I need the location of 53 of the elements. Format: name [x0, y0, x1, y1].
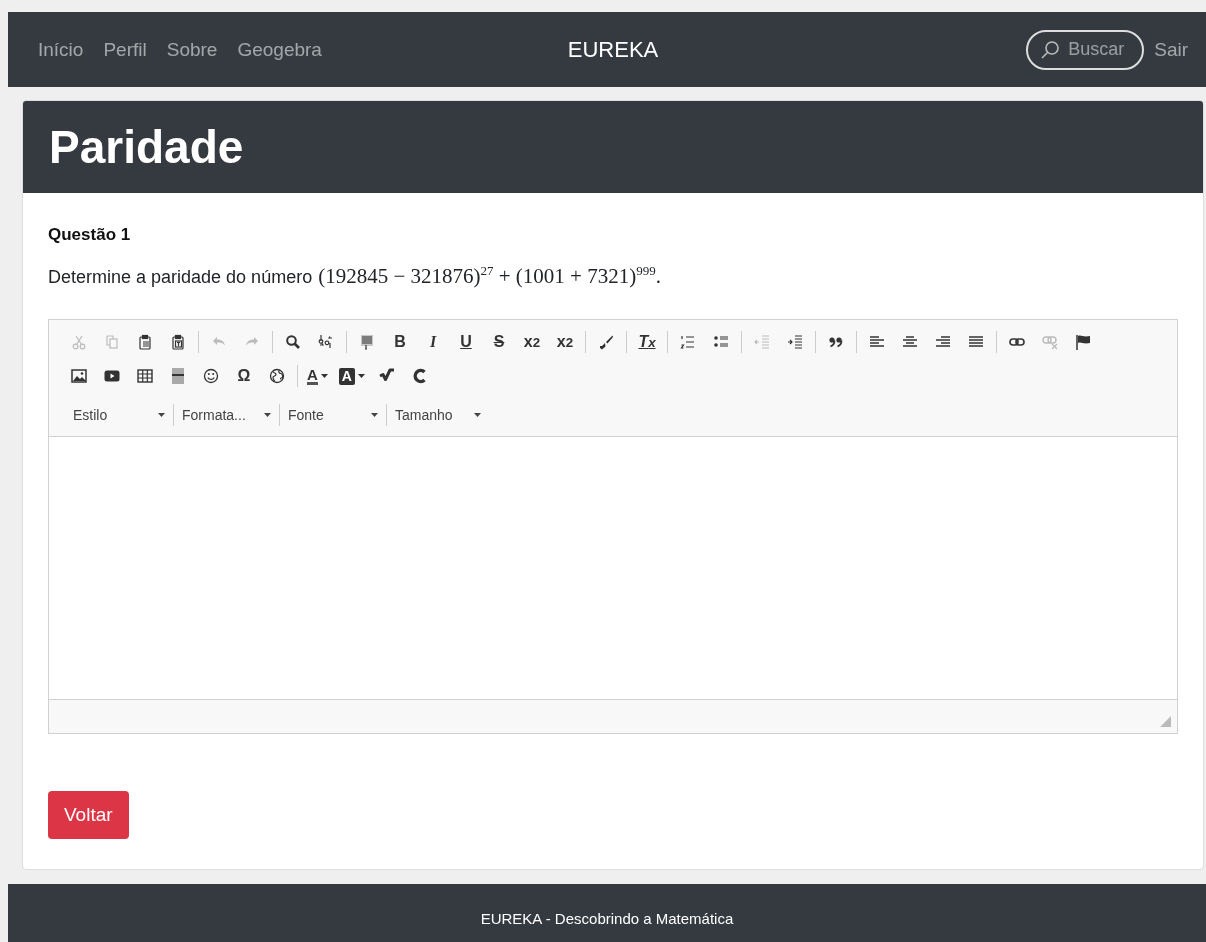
footer-text: EUREKA - Descobrindo a Matemática	[480, 909, 734, 927]
bold-button[interactable]: B	[386, 328, 414, 356]
caret-icon	[320, 374, 328, 378]
align-center-icon[interactable]	[902, 334, 918, 350]
c-letter-icon[interactable]	[411, 368, 428, 384]
image-icon[interactable]	[71, 368, 87, 384]
caret-icon	[357, 374, 365, 378]
special-character-button[interactable]: Ω	[230, 362, 258, 390]
justify-icon[interactable]	[968, 334, 984, 350]
globe-icon[interactable]	[269, 368, 285, 384]
back-button[interactable]: Voltar	[48, 791, 129, 839]
question-heading: Questão 1	[48, 225, 132, 245]
resize-handle-icon[interactable]	[1160, 716, 1171, 727]
caret-icon	[158, 413, 165, 417]
logout-link[interactable]: Sair	[1154, 38, 1188, 61]
flag-icon[interactable]	[1075, 334, 1091, 350]
nav-link[interactable]: Sobre	[166, 38, 218, 61]
format-dropdown[interactable]: Estilo	[65, 403, 173, 427]
italic-button[interactable]: I	[419, 328, 447, 356]
align-left-icon[interactable]	[869, 334, 885, 350]
video-icon[interactable]	[104, 368, 120, 384]
replace-icon[interactable]	[318, 334, 334, 350]
caret-icon	[371, 413, 378, 417]
brush-icon[interactable]	[598, 334, 614, 350]
numbered-list-icon[interactable]	[680, 334, 696, 350]
clipboard-icon[interactable]	[170, 334, 186, 350]
indent-icon[interactable]	[787, 334, 803, 350]
quote-icon[interactable]	[828, 334, 844, 350]
nav-link[interactable]: Início	[38, 38, 84, 61]
bullet-list-icon[interactable]	[713, 334, 729, 350]
math-formula: (192845 − 321876)$^{27}$ + (1001 + 7321)$^{999}$.	[318, 263, 661, 289]
format-dropdown[interactable]: Tamanho	[387, 403, 489, 427]
underline-button[interactable]: U	[452, 328, 480, 356]
clipboard-icon[interactable]	[137, 334, 153, 350]
search-icon[interactable]	[285, 334, 301, 350]
search-field[interactable]: Buscar	[1026, 29, 1145, 70]
format-dropdown[interactable]: Formata...	[174, 403, 279, 427]
nav-link[interactable]: Perfil	[103, 38, 147, 61]
text-color-button[interactable]: A	[304, 362, 331, 390]
caret-icon	[474, 413, 481, 417]
align-right-icon[interactable]	[935, 334, 951, 350]
strikethrough-button[interactable]: S	[485, 328, 513, 356]
caret-icon	[264, 413, 271, 417]
question-text: Determine a paridade do número	[48, 267, 313, 288]
format-dropdown[interactable]: Fonte	[280, 403, 386, 427]
page-title: Paridade	[49, 120, 244, 174]
site-brand[interactable]: EUREKA	[567, 36, 659, 63]
square-root-icon[interactable]	[378, 368, 395, 384]
background-color-button[interactable]: A	[335, 362, 368, 390]
search-icon	[1040, 39, 1061, 60]
smiley-icon[interactable]	[203, 368, 219, 384]
table-icon[interactable]	[137, 368, 153, 384]
nav-link[interactable]: Geogebra	[237, 38, 322, 61]
